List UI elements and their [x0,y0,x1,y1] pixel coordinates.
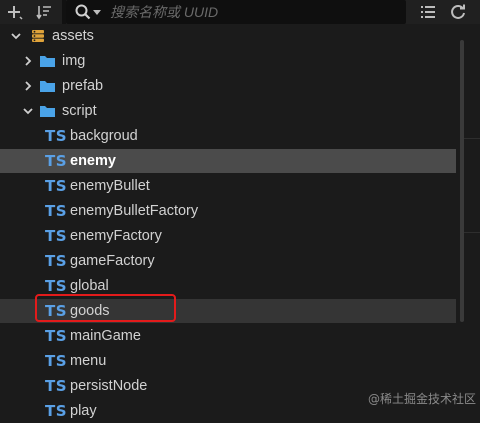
panel-divider [464,232,480,233]
tree-item-script-file[interactable]: TS mainGame [0,324,456,348]
typescript-icon: TS [45,377,68,395]
typescript-icon: TS [45,352,68,370]
folder-open-icon [39,103,56,123]
chevron-right-icon[interactable] [22,80,34,92]
caret-down-icon[interactable] [93,10,101,16]
refresh-icon [451,4,465,19]
typescript-icon: TS [45,252,68,270]
typescript-icon: TS [45,402,68,420]
tree-item-label: img [62,53,86,69]
typescript-icon: TS [45,277,68,295]
tree-item-script-file[interactable]: TS enemy [0,149,456,173]
tree-item-prefab[interactable]: prefab [0,74,456,98]
tree-item-label: assets [52,28,94,44]
tree-item-script-file[interactable]: TS backgroud [0,124,456,148]
tree-item-label: enemyFactory [70,228,162,244]
tree-item-assets[interactable]: assets [0,24,456,48]
tree-item-label: gameFactory [70,253,155,269]
tree-item-script-file[interactable]: TS enemyBullet [0,174,456,198]
chevron-down-icon[interactable] [10,30,22,42]
tree-item-script[interactable]: script [0,99,456,123]
typescript-icon: TS [45,127,68,145]
tree-item-img[interactable]: img [0,49,456,73]
tree-item-script-file[interactable]: TS enemyBulletFactory [0,199,456,223]
tree-item-script-file[interactable]: TS enemyFactory [0,224,456,248]
chevron-right-icon[interactable] [22,55,34,67]
list-icon [421,6,435,18]
tree-item-label: menu [70,353,107,369]
tree-item-label: persistNode [70,378,148,394]
tree-item-script-file[interactable]: TS gameFactory [0,249,456,273]
search-box[interactable] [66,0,406,24]
tree-item-label: enemyBulletFactory [70,203,199,219]
search-input[interactable] [110,0,400,24]
sort-button[interactable] [32,0,56,24]
tree-item-label: backgroud [70,128,138,144]
tree-item-script-file[interactable]: TS menu [0,349,456,373]
tree-item-label: prefab [62,78,104,94]
database-icon [30,28,46,48]
typescript-icon: TS [45,227,68,245]
tree-item-label: enemy [70,153,116,169]
annotation-highlight-box [35,294,176,322]
assets-toolbar [0,0,480,24]
folder-icon [39,53,56,73]
typescript-icon: TS [45,202,68,220]
list-view-button[interactable] [416,0,440,24]
vertical-scrollbar[interactable] [460,40,464,322]
tree-item-label: mainGame [70,328,141,344]
tree-item-label: script [62,103,97,119]
typescript-icon: TS [45,177,68,195]
search-icon [75,4,91,20]
asset-tree: assets img prefab script TS backgroud TS… [0,24,480,420]
tree-item-label: global [70,278,109,294]
refresh-button[interactable] [446,0,470,24]
chevron-down-icon[interactable] [22,105,34,117]
folder-icon [39,78,56,98]
watermark: @稀土掘金技术社区 [368,392,477,406]
sort-icon [36,6,51,20]
tree-item-label: enemyBullet [70,178,150,194]
typescript-icon: TS [45,327,68,345]
plus-icon [8,6,23,20]
add-button[interactable] [2,0,26,24]
typescript-icon: TS [45,152,68,170]
panel-divider [464,138,480,139]
